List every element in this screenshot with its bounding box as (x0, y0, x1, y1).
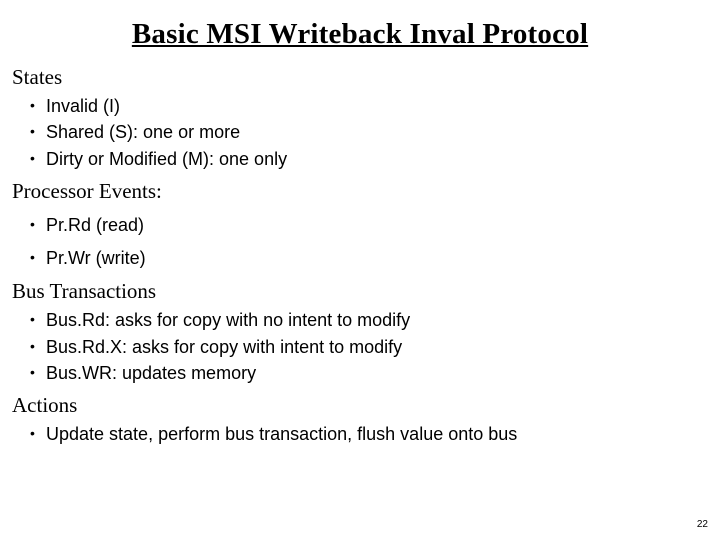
bus-transactions-heading: Bus Transactions (12, 279, 708, 304)
list-item: Bus.Rd: asks for copy with no intent to … (46, 308, 708, 332)
list-item: Pr.Rd (read) (46, 213, 708, 237)
bus-transactions-section: Bus Transactions Bus.Rd: asks for copy w… (12, 279, 708, 385)
page-number: 22 (697, 519, 708, 530)
states-list: Invalid (I) Shared (S): one or more Dirt… (12, 94, 708, 171)
states-section: States Invalid (I) Shared (S): one or mo… (12, 65, 708, 171)
processor-events-list: Pr.Rd (read) Pr.Wr (write) (12, 213, 708, 271)
list-item: Dirty or Modified (M): one only (46, 147, 708, 171)
actions-list: Update state, perform bus transaction, f… (12, 422, 708, 446)
states-heading: States (12, 65, 708, 90)
list-item: Invalid (I) (46, 94, 708, 118)
slide-title: Basic MSI Writeback Inval Protocol (12, 18, 708, 51)
processor-events-section: Processor Events: Pr.Rd (read) Pr.Wr (wr… (12, 179, 708, 271)
processor-events-heading: Processor Events: (12, 179, 708, 204)
list-item: Bus.Rd.X: asks for copy with intent to m… (46, 335, 708, 359)
list-item: Bus.WR: updates memory (46, 361, 708, 385)
list-item: Pr.Wr (write) (46, 246, 708, 270)
list-item: Shared (S): one or more (46, 120, 708, 144)
bus-transactions-list: Bus.Rd: asks for copy with no intent to … (12, 308, 708, 385)
list-item: Update state, perform bus transaction, f… (46, 422, 708, 446)
actions-section: Actions Update state, perform bus transa… (12, 393, 708, 446)
actions-heading: Actions (12, 393, 708, 418)
